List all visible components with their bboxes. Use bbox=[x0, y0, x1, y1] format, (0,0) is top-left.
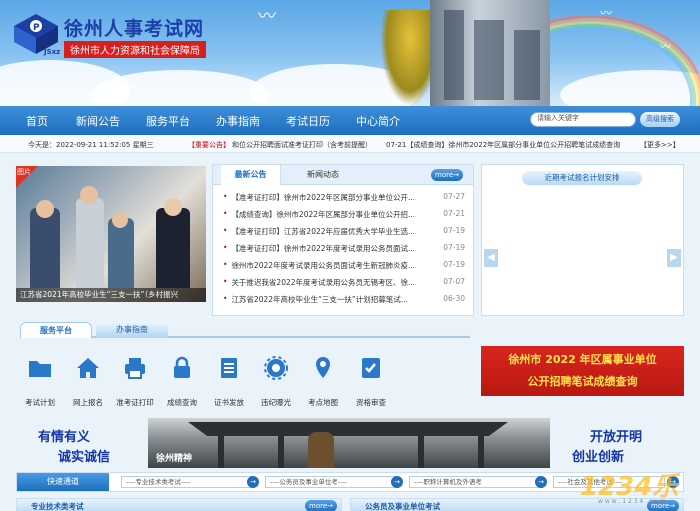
map-pin-icon bbox=[316, 357, 330, 378]
logo-letters: JSxz bbox=[44, 48, 61, 56]
quick-go-button[interactable]: → bbox=[247, 476, 259, 488]
quick-go-button[interactable]: → bbox=[391, 476, 403, 488]
bird-icon: 〰 bbox=[660, 40, 671, 53]
service-score-query[interactable]: 成绩查询 bbox=[157, 355, 207, 407]
building-image bbox=[430, 0, 550, 106]
exam-schedule-title: 近期考试报名计划安排 bbox=[522, 171, 642, 185]
slogan-right-1: 开放开明 bbox=[590, 430, 643, 445]
prev-arrow-icon[interactable]: ◀ bbox=[484, 249, 498, 267]
service-qualification[interactable]: 资格审查 bbox=[346, 355, 396, 407]
nav-item-home[interactable]: 首页 bbox=[26, 113, 48, 129]
advanced-search-button[interactable]: 高级搜索 bbox=[640, 112, 680, 127]
news-item[interactable]: • 【成绩查询】徐州市2022年区属部分事业单位公开招... 07-21 bbox=[223, 209, 465, 223]
tab-latest-notice[interactable]: 最新公告 bbox=[221, 165, 281, 185]
lock-icon bbox=[174, 356, 190, 378]
ticker-link[interactable]: 07-21【成绩查询】徐州市2022年区属部分事业单位公开招聘笔试成绩查询 bbox=[386, 140, 620, 150]
statue-image bbox=[308, 432, 334, 468]
quick-select-civil-service[interactable]: ----公务员及事业单位考---- bbox=[265, 476, 397, 488]
notice-tag: 【重要公告】 bbox=[188, 141, 230, 149]
exam-schedule-panel: 近期考试报名计划安排 ◀ ▶ bbox=[481, 164, 684, 316]
slogan-left-2: 诚实诚信 bbox=[58, 450, 111, 465]
quick-go-button[interactable]: → bbox=[535, 476, 547, 488]
photo-caption[interactable]: 江苏省2021年高校毕业生“三支一扶”（乡村振兴 bbox=[16, 288, 206, 302]
infobar-more-link[interactable]: 【更多>>】 bbox=[640, 140, 680, 150]
ad-line-2: 公开招聘笔试成绩查询 bbox=[527, 375, 638, 388]
slogan-left-1: 有情有义 bbox=[38, 430, 91, 445]
svg-text:P: P bbox=[33, 23, 40, 33]
watermark-url: w w w . 1 2 3 4 . c o m bbox=[598, 498, 666, 505]
news-item[interactable]: • 徐州市2022年度考试录用公务员面试考生新冠肺炎疫... 07-19 bbox=[223, 260, 465, 274]
civil-service-title: 公务员及事业单位考试 bbox=[365, 502, 440, 511]
news-panel: 最新公告 新闻动态 more→ • 【准考证打印】徐州市2022年区属部分事业单位… bbox=[212, 164, 474, 316]
site-title: 徐州人事考试网 bbox=[64, 18, 205, 40]
news-item[interactable]: • 【准考证打印】江苏省2022年应届优秀大学毕业生选... 07-19 bbox=[223, 226, 465, 240]
notice-link[interactable]: 和位公开招聘面试准考证打印（含考前提醒） bbox=[232, 140, 372, 150]
info-bar: 今天是：2022-09-21 11:52:05 星期三 【重要公告】 和位公开招… bbox=[0, 136, 700, 153]
quick-select-professional[interactable]: ----专业技术类考试---- bbox=[121, 476, 253, 488]
ad-line-1: 徐州市 2022 年区属事业单位 bbox=[508, 353, 657, 366]
score-query-banner[interactable]: 徐州市 2022 年区属事业单位 公开招聘笔试成绩查询 bbox=[481, 346, 684, 396]
header-banner: 〰 〰 〰 P JSxz 徐州人事考试网 徐州市人力资源和社会保障局 bbox=[0, 0, 700, 106]
nav-item-guide[interactable]: 办事指南 bbox=[216, 113, 260, 129]
folder-icon bbox=[29, 361, 51, 377]
service-admission-print[interactable]: 准考证打印 bbox=[110, 355, 160, 407]
news-item[interactable]: • 【准考证打印】徐州市2022年区属部分事业单位公开... 07-27 bbox=[223, 192, 465, 206]
slogan-right-2: 创业创新 bbox=[572, 450, 625, 465]
quick-access-title: 快速通道 bbox=[17, 473, 109, 491]
service-violation[interactable]: 违纪曝光 bbox=[251, 355, 301, 407]
bird-icon: 〰 bbox=[258, 6, 276, 27]
nav-item-news[interactable]: 新闻公告 bbox=[76, 113, 120, 129]
city-spirit-image[interactable]: 徐州精神 bbox=[148, 418, 550, 468]
bird-icon: 〰 bbox=[600, 6, 613, 20]
service-certificate[interactable]: 证书发放 bbox=[204, 355, 254, 407]
professional-exam-header: 专业技术类考试 more→ bbox=[16, 498, 342, 511]
nav-item-calendar[interactable]: 考试日历 bbox=[286, 113, 330, 129]
professional-exam-title: 专业技术类考试 bbox=[31, 502, 84, 511]
news-photo[interactable] bbox=[16, 166, 206, 302]
next-arrow-icon[interactable]: ▶ bbox=[667, 249, 681, 267]
tab-service-guide[interactable]: 办事指南 bbox=[96, 322, 168, 338]
gear-icon bbox=[264, 356, 288, 380]
tab-service-platform[interactable]: 服务平台 bbox=[20, 322, 92, 338]
service-tabs: 服务平台 办事指南 bbox=[20, 322, 470, 338]
search-input[interactable]: 请输入关键字 bbox=[530, 112, 636, 127]
professional-more-button[interactable]: more→ bbox=[305, 500, 337, 511]
service-exam-plan[interactable]: 考试计划 bbox=[15, 355, 65, 407]
home-icon bbox=[77, 358, 99, 378]
quick-select-computer-language[interactable]: ----职称计算机及外语考 bbox=[409, 476, 541, 488]
news-more-button[interactable]: more→ bbox=[431, 169, 463, 181]
checklist-icon bbox=[362, 358, 380, 378]
service-online-register[interactable]: 网上报名 bbox=[63, 355, 113, 407]
site-subtitle: 徐州市人力资源和社会保障局 bbox=[64, 41, 206, 58]
printer-icon bbox=[125, 358, 145, 379]
news-item[interactable]: • 【准考证打印】徐州市2022年度考试录用公务员面试... 07-19 bbox=[223, 243, 465, 257]
service-exam-map[interactable]: 考点地图 bbox=[298, 355, 348, 407]
nav-item-service[interactable]: 服务平台 bbox=[146, 113, 190, 129]
current-date: 今天是：2022-09-21 11:52:05 星期三 bbox=[28, 141, 154, 149]
city-spirit-label: 徐州精神 bbox=[156, 454, 193, 464]
nav-item-about[interactable]: 中心简介 bbox=[356, 113, 400, 129]
news-item[interactable]: • 江苏省2022年高校毕业生“三支一扶”计划招募笔试... 06-30 bbox=[223, 294, 465, 308]
document-icon bbox=[221, 358, 237, 378]
tab-news-updates[interactable]: 新闻动态 bbox=[293, 165, 353, 185]
news-item[interactable]: • 关于推迟我省2022年度考试录用公务员无锡考区、徐... 07-07 bbox=[223, 277, 465, 291]
news-tabs: 最新公告 新闻动态 more→ bbox=[213, 165, 473, 185]
